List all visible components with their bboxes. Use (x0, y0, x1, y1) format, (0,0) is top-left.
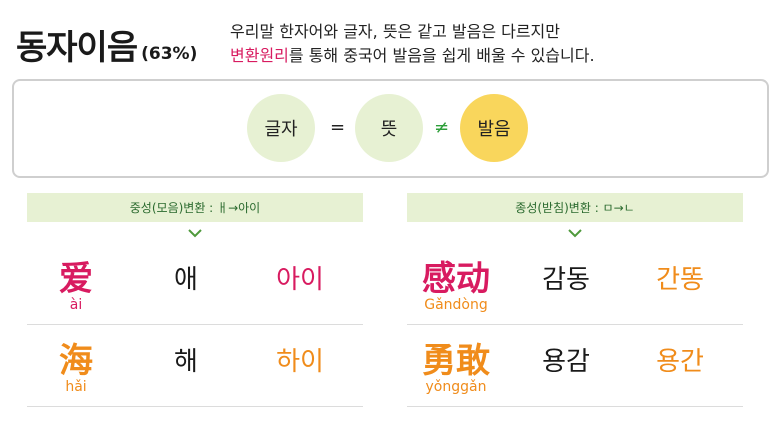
panel-header: 종성(받침)변환 : ㅁ→ㄴ (407, 193, 743, 222)
description-line-2-rest: 를 통해 중국어 발음을 쉽게 배울 수 있습니다. (288, 46, 595, 65)
pinyin: yǒnggǎn (425, 379, 487, 395)
korean-reading: 애 (174, 265, 198, 295)
formula-circle-pronunciation: 발음 (460, 94, 528, 162)
description-line-2: 변환원리를 통해 중국어 발음을 쉽게 배울 수 있습니다. (230, 44, 595, 68)
hanzi: 海 (59, 341, 93, 381)
korean-reading: 해 (174, 347, 198, 377)
chevron-down-icon (27, 228, 363, 242)
hanzi: 爱 (59, 259, 93, 299)
not-equal-sign: ≠ (434, 117, 450, 138)
table-row: 感动 Gǎndòng 감동 간똥 (407, 243, 743, 325)
description-line-1: 우리말 한자어와 글자, 뜻은 같고 발음은 다르지만 (230, 22, 561, 41)
equals-sign: = (330, 117, 346, 138)
page-title: 동자이음 (63%) (16, 20, 197, 69)
hanzi: 感动 (422, 259, 490, 299)
formula-box: 글자 = 뜻 ≠ 발음 (12, 79, 769, 178)
panel-header: 중성(모음)변환 : ㅐ→아이 (27, 193, 363, 222)
title-text: 동자이음 (16, 28, 138, 68)
highlight-text: 변환원리 (230, 46, 289, 65)
pinyin: hǎi (65, 379, 87, 395)
converted-reading: 하이 (276, 347, 324, 377)
converted-reading: 간똥 (656, 265, 704, 295)
pinyin: ài (69, 297, 83, 313)
table-row: 勇敢 yǒnggǎn 용감 용간 (407, 325, 743, 407)
korean-reading: 용감 (542, 347, 590, 377)
pinyin: Gǎndòng (424, 297, 488, 313)
korean-reading: 감동 (542, 265, 590, 295)
description: 우리말 한자어와 글자, 뜻은 같고 발음은 다르지만 변환원리를 통해 중국어… (230, 20, 595, 68)
chevron-down-icon (407, 228, 743, 242)
formula-circle-meaning: 뜻 (355, 94, 423, 162)
table-row: 海 hǎi 해 하이 (27, 325, 363, 407)
vowel-conversion-panel: 중성(모음)변환 : ㅐ→아이 爱 ài 애 아이 海 hǎi 해 하이 (27, 193, 363, 407)
hanzi: 勇敢 (422, 341, 490, 381)
converted-reading: 아이 (276, 265, 324, 295)
formula-circle-letter: 글자 (247, 94, 315, 162)
table-row: 爱 ài 애 아이 (27, 243, 363, 325)
final-consonant-conversion-panel: 종성(받침)변환 : ㅁ→ㄴ 感动 Gǎndòng 감동 간똥 勇敢 yǒngg… (407, 193, 743, 407)
title-percent: (63%) (141, 44, 198, 64)
converted-reading: 용간 (656, 347, 704, 377)
